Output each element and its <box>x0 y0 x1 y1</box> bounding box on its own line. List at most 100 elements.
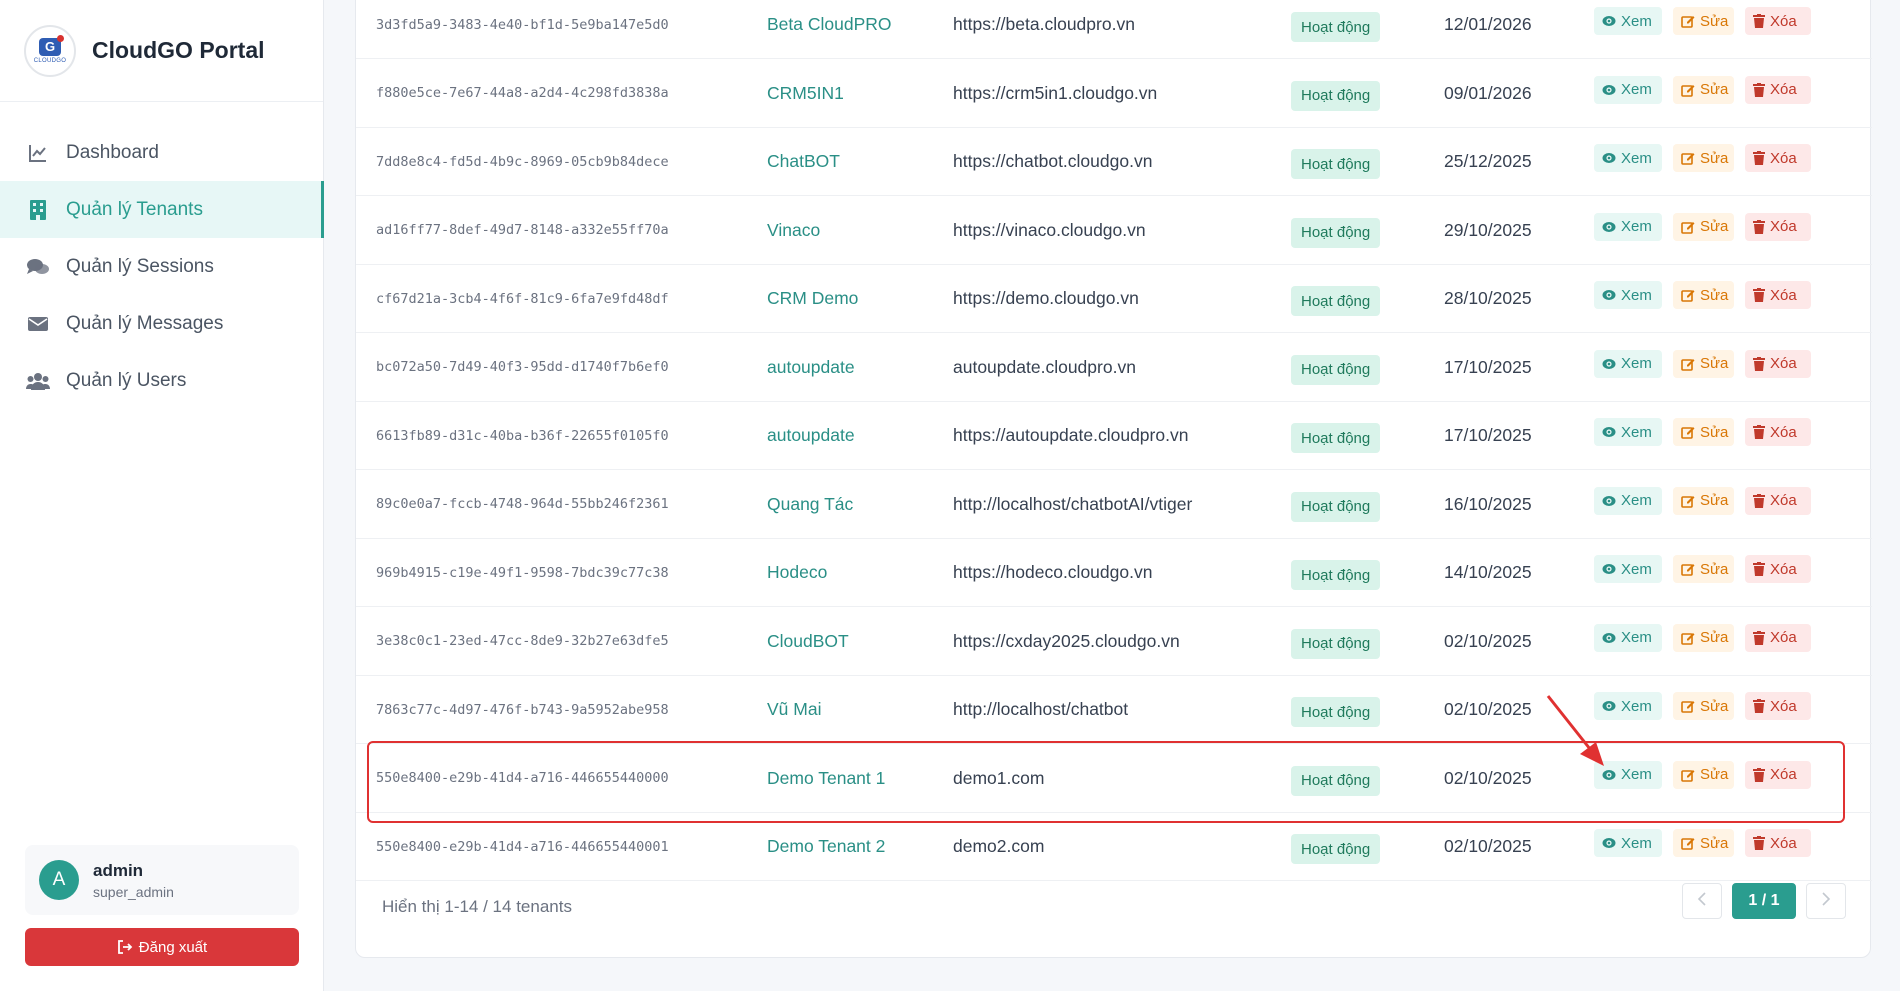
edit-button[interactable]: Sửa <box>1673 829 1734 857</box>
delete-button[interactable]: Xóa <box>1745 829 1811 857</box>
created-date: 25/12/2025 <box>1444 151 1532 171</box>
tenant-name-link[interactable]: Demo Tenant 1 <box>767 768 885 789</box>
edit-button[interactable]: Sửa <box>1673 418 1734 446</box>
tenant-name-link[interactable]: autoupdate <box>767 357 855 378</box>
tenant-name-link[interactable]: Vũ Mai <box>767 699 821 720</box>
eye-icon <box>1602 15 1616 27</box>
tenant-name-link[interactable]: autoupdate <box>767 425 855 446</box>
delete-button[interactable]: Xóa <box>1745 623 1811 652</box>
delete-button[interactable]: Xóa <box>1745 486 1811 515</box>
view-button[interactable]: Xem <box>1594 144 1662 172</box>
delete-button[interactable]: Xóa <box>1745 418 1811 446</box>
tenant-url: http://localhost/chatbot <box>953 699 1129 719</box>
edit-button[interactable]: Sửa <box>1673 486 1734 515</box>
sidebar-item-users[interactable]: Quản lý Users <box>0 352 323 409</box>
edit-button[interactable]: Sửa <box>1673 281 1734 309</box>
next-page-button[interactable] <box>1806 883 1846 919</box>
delete-button[interactable]: Xóa <box>1745 75 1811 104</box>
delete-button[interactable]: Xóa <box>1745 144 1811 172</box>
tenant-name-link[interactable]: Vinaco <box>767 220 820 241</box>
edit-button[interactable]: Sửa <box>1673 623 1734 652</box>
trash-icon <box>1753 82 1765 97</box>
edit-label: Sửa <box>1700 834 1729 852</box>
sidebar-item-sessions[interactable]: Quản lý Sessions <box>0 238 323 295</box>
created-date: 17/10/2025 <box>1444 425 1532 445</box>
delete-button[interactable]: Xóa <box>1745 281 1811 309</box>
delete-button[interactable]: Xóa <box>1745 692 1811 720</box>
tenant-url: https://autoupdate.cloudpro.vn <box>953 425 1189 445</box>
edit-button[interactable]: Sửa <box>1673 7 1734 35</box>
delete-button[interactable]: Xóa <box>1745 7 1811 35</box>
delete-label: Xóa <box>1770 560 1797 578</box>
tenant-name-link[interactable]: Quang Tác <box>767 494 853 515</box>
table-row: 550e8400-e29b-41d4-a716-446655440001 Demo… <box>356 813 1872 881</box>
tenant-url: https://beta.cloudpro.vn <box>953 14 1135 34</box>
chevron-left-icon <box>1697 891 1707 911</box>
users-icon <box>26 369 50 393</box>
view-button[interactable]: Xem <box>1594 7 1662 35</box>
sidebar-item-dashboard[interactable]: Dashboard <box>0 124 323 181</box>
eye-icon <box>1602 563 1616 575</box>
logout-button[interactable]: Đăng xuất <box>25 928 299 966</box>
current-page-button[interactable]: 1 / 1 <box>1732 883 1796 919</box>
edit-icon <box>1681 14 1695 28</box>
view-button[interactable]: Xem <box>1594 281 1662 309</box>
view-button[interactable]: Xem <box>1594 623 1662 652</box>
delete-label: Xóa <box>1770 286 1797 304</box>
tenant-name-link[interactable]: Beta CloudPRO <box>767 14 892 35</box>
delete-label: Xóa <box>1770 12 1797 30</box>
delete-button[interactable]: Xóa <box>1745 760 1811 789</box>
view-button[interactable]: Xem <box>1594 829 1662 857</box>
avatar: A <box>39 860 79 900</box>
brand[interactable]: G CLOUDGO CloudGO Portal <box>0 0 323 102</box>
view-button[interactable]: Xem <box>1594 692 1662 720</box>
edit-button[interactable]: Sửa <box>1673 692 1734 720</box>
view-button[interactable]: Xem <box>1594 486 1662 515</box>
eye-icon <box>1602 700 1616 712</box>
tenant-name-link[interactable]: CRM Demo <box>767 288 858 309</box>
tenant-name-link[interactable]: ChatBOT <box>767 151 840 172</box>
edit-button[interactable]: Sửa <box>1673 212 1734 241</box>
edit-label: Sửa <box>1700 81 1729 98</box>
envelope-icon <box>26 312 50 336</box>
edit-button[interactable]: Sửa <box>1673 349 1734 378</box>
trash-icon <box>1753 562 1765 576</box>
delete-button[interactable]: Xóa <box>1745 349 1811 378</box>
trash-icon <box>1753 219 1765 234</box>
eye-icon <box>1602 152 1616 164</box>
status-badge: Hoạt động <box>1291 628 1381 659</box>
delete-button[interactable]: Xóa <box>1745 212 1811 241</box>
edit-button[interactable]: Sửa <box>1673 760 1734 789</box>
status-badge: Hoạt động <box>1291 12 1381 42</box>
tenant-name-link[interactable]: Demo Tenant 2 <box>767 836 885 857</box>
delete-button[interactable]: Xóa <box>1745 555 1811 583</box>
eye-icon <box>1602 84 1616 96</box>
edit-button[interactable]: Sửa <box>1673 144 1734 172</box>
tenant-name-link[interactable]: CloudBOT <box>767 631 849 652</box>
tenant-name-link[interactable]: CRM5IN1 <box>767 83 844 104</box>
tenant-url: demo2.com <box>953 836 1045 856</box>
created-date: 14/10/2025 <box>1444 562 1532 582</box>
view-button[interactable]: Xem <box>1594 555 1662 583</box>
chevron-right-icon <box>1821 891 1831 911</box>
sidebar-item-tenants[interactable]: Quản lý Tenants <box>0 181 324 238</box>
tenant-name-link[interactable]: Hodeco <box>767 562 827 583</box>
sidebar: G CLOUDGO CloudGO Portal Dashboard Quản … <box>0 0 324 991</box>
status-badge: Hoạt động <box>1291 149 1381 179</box>
view-button[interactable]: Xem <box>1594 349 1662 378</box>
sidebar-item-messages[interactable]: Quản lý Messages <box>0 295 323 352</box>
view-button[interactable]: Xem <box>1594 760 1662 789</box>
delete-label: Xóa <box>1770 834 1797 852</box>
prev-page-button[interactable] <box>1682 883 1722 919</box>
delete-label: Xóa <box>1770 218 1797 235</box>
view-button[interactable]: Xem <box>1594 418 1662 446</box>
view-button[interactable]: Xem <box>1594 212 1662 241</box>
tenant-id: f880e5ce-7e67-44a8-a2d4-4c298fd3838a <box>376 85 669 101</box>
edit-button[interactable]: Sửa <box>1673 555 1734 583</box>
table-row: bc072a50-7d49-40f3-95dd-d1740f7b6ef0 auto… <box>356 334 1872 402</box>
created-date: 17/10/2025 <box>1444 356 1532 377</box>
edit-button[interactable]: Sửa <box>1673 75 1734 104</box>
edit-label: Sửa <box>1700 697 1729 715</box>
tenant-id: 7863c77c-4d97-476f-b743-9a5952abe958 <box>376 701 669 718</box>
view-button[interactable]: Xem <box>1594 75 1662 104</box>
